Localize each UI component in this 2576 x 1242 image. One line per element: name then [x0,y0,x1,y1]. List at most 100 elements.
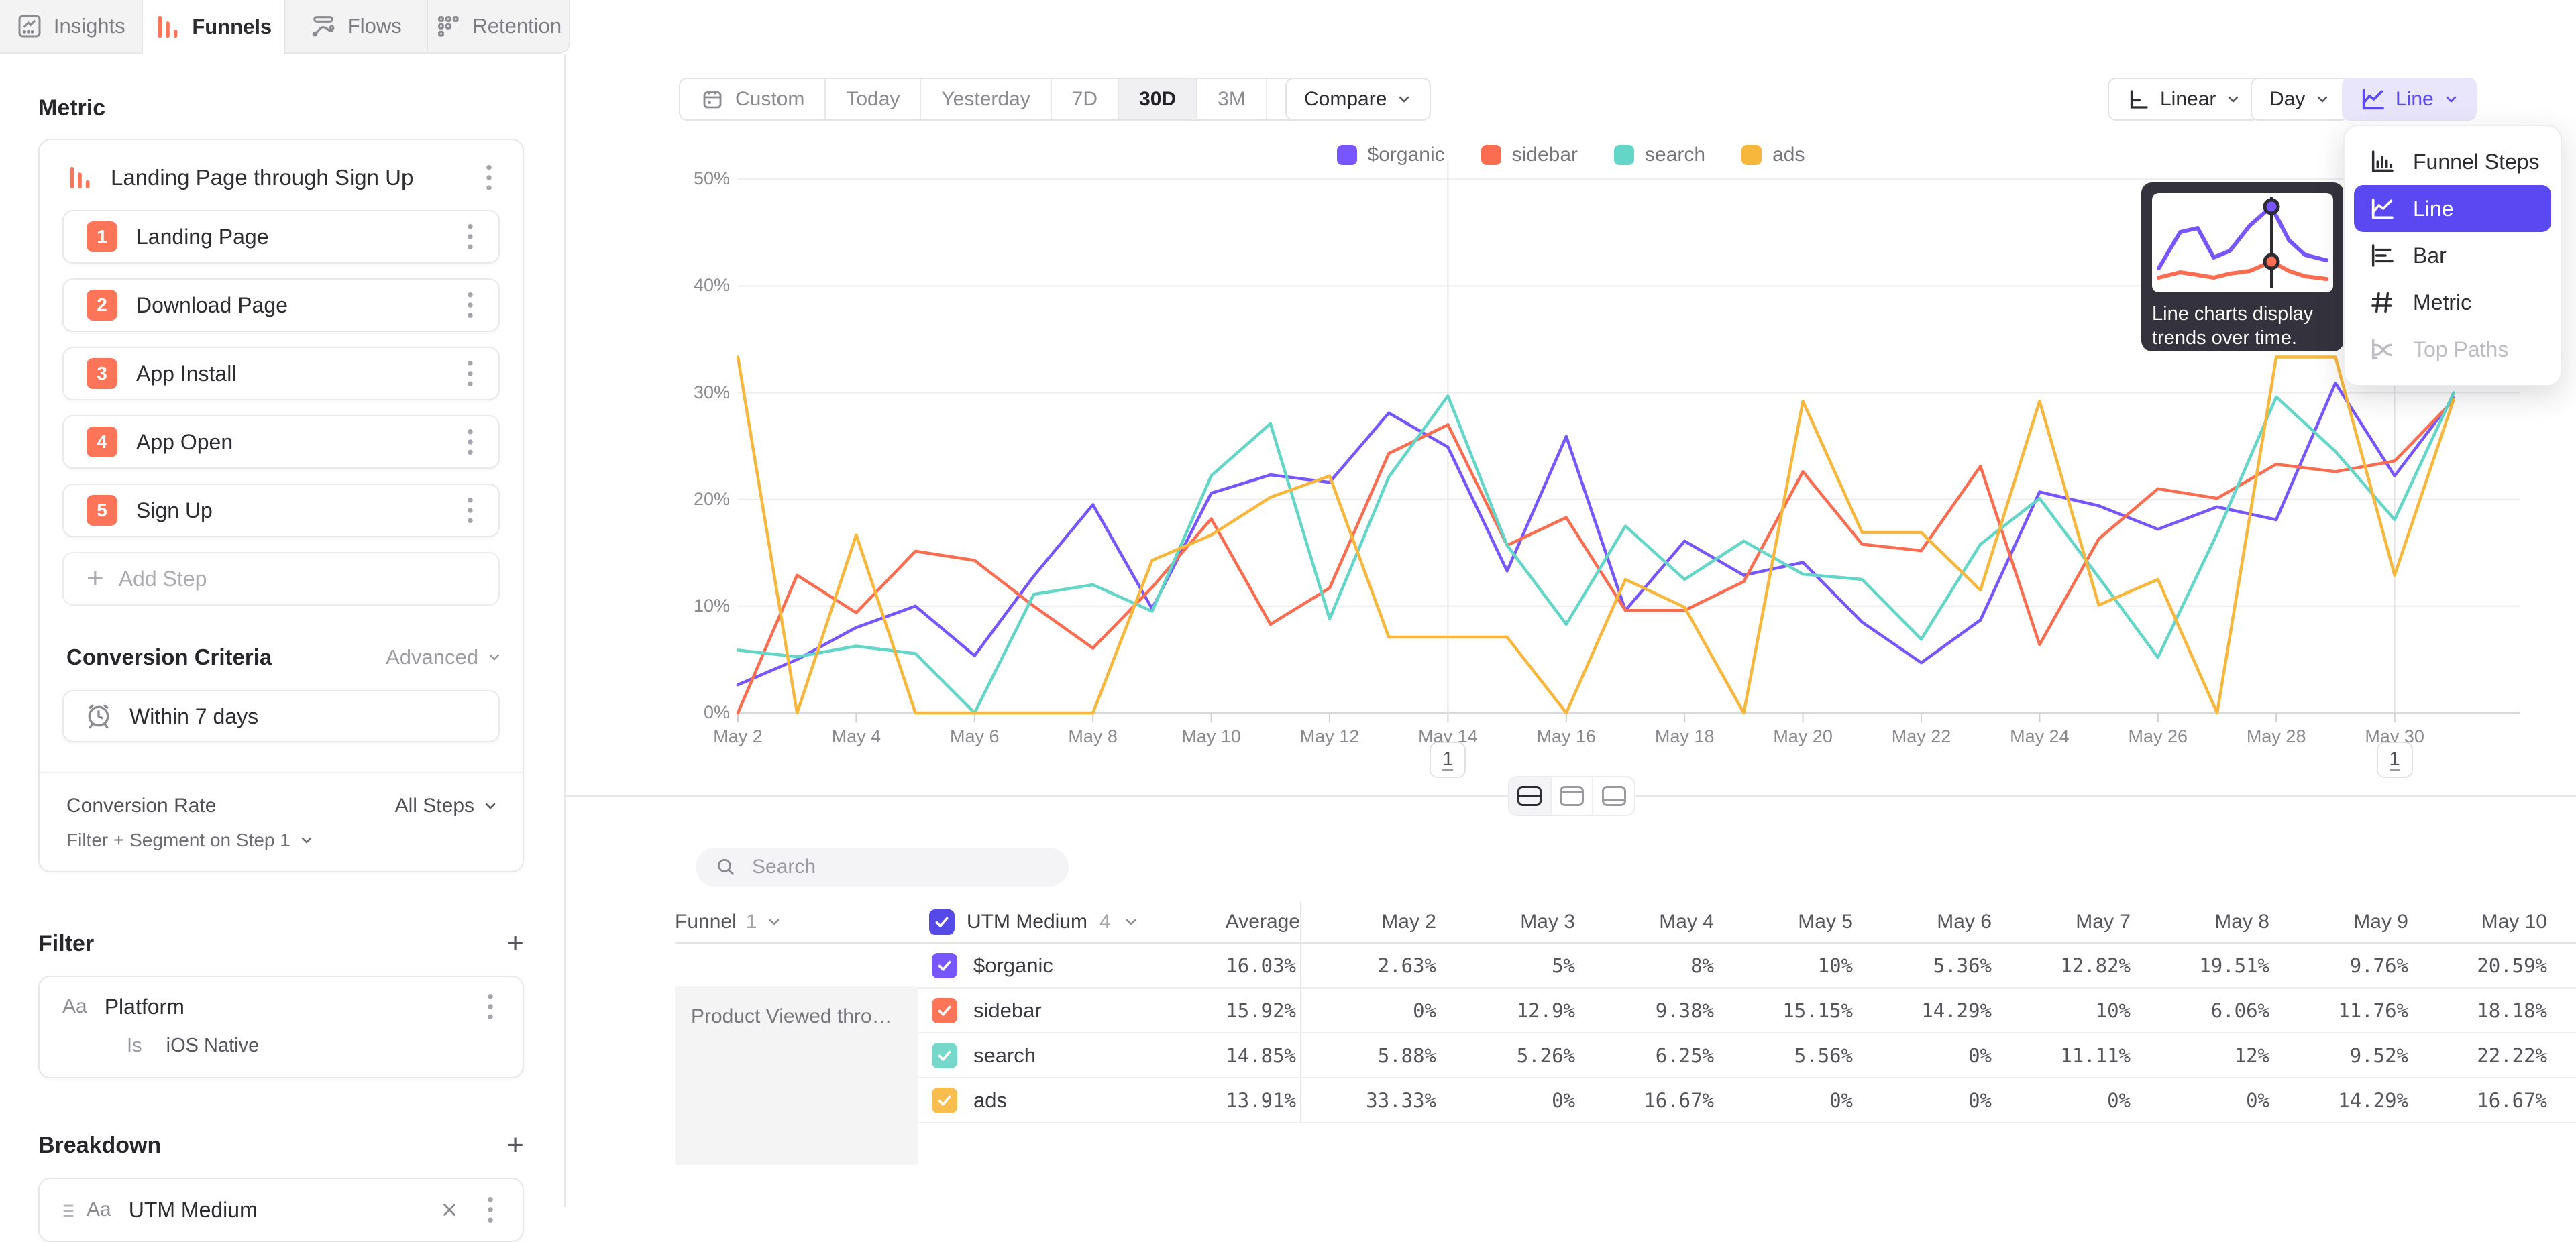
menu-item-bar[interactable]: Bar [2354,232,2551,279]
filter-property-name[interactable]: Platform [105,995,477,1019]
annotation-badge[interactable]: 1 [2377,742,2413,778]
breakdown-column-header[interactable]: UTM Medium 4 [929,909,1163,935]
cell-value: 5.26% [1440,1044,1579,1067]
date-column-header[interactable]: May 6 [1857,911,1996,934]
funnel-column-header[interactable]: Funnel 1 [675,911,929,934]
chart-type-dropdown-button[interactable]: Line [2342,78,2477,121]
filter-kebab-menu-icon[interactable] [477,992,504,1021]
step-kebab-menu-icon[interactable] [457,359,484,388]
funnel-step-1[interactable]: 1 Landing Page [62,210,500,264]
cell-value: 6.25% [1579,1044,1718,1067]
date-column-header[interactable]: May 3 [1440,911,1579,934]
range-3m[interactable]: 3M [1197,79,1267,119]
range-7d[interactable]: 7D [1052,79,1119,119]
cell-value: 5.56% [1718,1044,1857,1067]
compare-button[interactable]: Compare [1285,78,1431,121]
filter-value[interactable]: iOS Native [166,1035,260,1056]
tab-funnels[interactable]: Funnels [143,0,286,54]
chevron-down-icon [2314,91,2330,107]
all-steps-dropdown[interactable]: All Steps [395,795,498,817]
tab-retention[interactable]: Retention [428,0,570,52]
date-column-header[interactable]: May 2 [1301,911,1440,934]
add-step-button[interactable]: + Add Step [62,552,500,606]
date-column-header[interactable]: May 10 [2412,911,2551,934]
interval-dropdown-button[interactable]: Day [2251,78,2349,121]
line-chart-icon [2359,86,2386,113]
filter-operator[interactable]: Is [127,1035,142,1056]
cell-value: 0% [2135,1089,2273,1112]
row-checkbox[interactable] [932,998,957,1023]
cell-value: 16.67% [1579,1089,1718,1112]
menu-item-funnel-steps[interactable]: Funnel Steps [2354,138,2551,185]
cell-value: 10% [1718,954,1857,977]
cell-value: 9.38% [1579,999,1718,1022]
add-breakdown-button[interactable]: + [506,1131,524,1160]
date-column-header[interactable]: May 9 [2273,911,2412,934]
table-row-sidebar[interactable]: sidebar 15.92%0%12.9%9.38%15.15%14.29%10… [675,989,2576,1033]
step-label: Sign Up [136,498,457,523]
drag-handle-icon[interactable] [62,1200,74,1220]
row-checkbox[interactable] [932,1088,957,1113]
search-input[interactable] [751,855,1050,879]
table-row-organic[interactable]: $organic 16.03%2.63%5%8%10%5.36%12.82%19… [675,944,2576,989]
select-all-checkbox[interactable] [929,909,955,935]
scale-dropdown-button[interactable]: Linear [2108,78,2260,121]
breakdown-heading: Breakdown [38,1133,161,1159]
average-column-header[interactable]: Average [1163,902,1301,942]
top-paths-icon [2369,336,2396,363]
date-column-header[interactable]: May 5 [1718,911,1857,934]
range-custom[interactable]: Custom [680,79,826,119]
legend-item-ads[interactable]: ads [1741,144,1805,166]
step-kebab-menu-icon[interactable] [457,496,484,525]
step-number-badge: 2 [87,290,117,321]
tab-insights[interactable]: Insights [0,0,143,52]
table-row-ads[interactable]: ads 13.91%33.33%0%16.67%0%0%0%0%14.29%16… [675,1078,2576,1123]
range-today[interactable]: Today [826,79,921,119]
step-kebab-menu-icon[interactable] [457,222,484,251]
row-checkbox[interactable] [932,1043,957,1068]
date-column-header[interactable]: May 8 [2135,911,2273,934]
advanced-dropdown[interactable]: Advanced [386,645,502,669]
table-row-search[interactable]: search 14.85%5.88%5.26%6.25%5.56%0%11.11… [675,1033,2576,1078]
date-column-header[interactable]: May 4 [1579,911,1718,934]
legend-item-organic[interactable]: $organic [1337,144,1445,166]
step-kebab-menu-icon[interactable] [457,290,484,320]
conversion-window-button[interactable]: Within 7 days [62,690,500,742]
segment-name: search [973,1043,1036,1068]
filter-segment-dropdown[interactable]: Filter + Segment on Step 1 [66,826,498,855]
menu-item-line[interactable]: Line [2354,185,2551,232]
range-30d[interactable]: 30D [1119,79,1197,119]
date-column-header[interactable]: May 7 [1996,911,2135,934]
remove-breakdown-icon[interactable] [439,1200,460,1220]
metric-kebab-menu-icon[interactable] [476,163,502,192]
y-axis-label: 10% [656,596,730,616]
add-filter-button[interactable]: + [506,929,524,958]
legend-item-search[interactable]: search [1614,144,1705,166]
x-axis-label: May 8 [1068,726,1118,747]
calendar-icon [700,87,724,111]
step-kebab-menu-icon[interactable] [457,427,484,457]
row-checkbox[interactable] [932,953,957,978]
string-property-icon: Aa [62,995,87,1018]
layout-table-view-button[interactable] [1593,777,1634,815]
conversion-rate-label: Conversion Rate [66,795,216,817]
layout-split-view-button[interactable] [1509,777,1552,815]
annotation-badge[interactable]: 1 [1430,742,1466,778]
legend-item-sidebar[interactable]: sidebar [1481,144,1578,166]
funnel-step-2[interactable]: 2 Download Page [62,278,500,332]
range-yesterday[interactable]: Yesterday [921,79,1051,119]
layout-chart-view-button[interactable] [1552,777,1594,815]
funnel-step-3[interactable]: 3 App Install [62,347,500,400]
menu-item-metric[interactable]: Metric [2354,279,2551,326]
cell-value: 5% [1440,954,1579,977]
funnel-step-5[interactable]: 5 Sign Up [62,484,500,537]
breakdown-property-name[interactable]: UTM Medium [129,1198,439,1223]
cell-value: 0% [1996,1089,2135,1112]
funnel-step-4[interactable]: 4 App Open [62,415,500,469]
funnel-name-cell[interactable]: Product Viewed through P… [675,986,918,1165]
metric-title: Landing Page through Sign Up [111,165,476,190]
tab-flows[interactable]: Flows [285,0,428,52]
chevron-down-icon [486,649,502,665]
breakdown-kebab-menu-icon[interactable] [477,1195,504,1225]
chevron-down-icon [2225,91,2241,107]
